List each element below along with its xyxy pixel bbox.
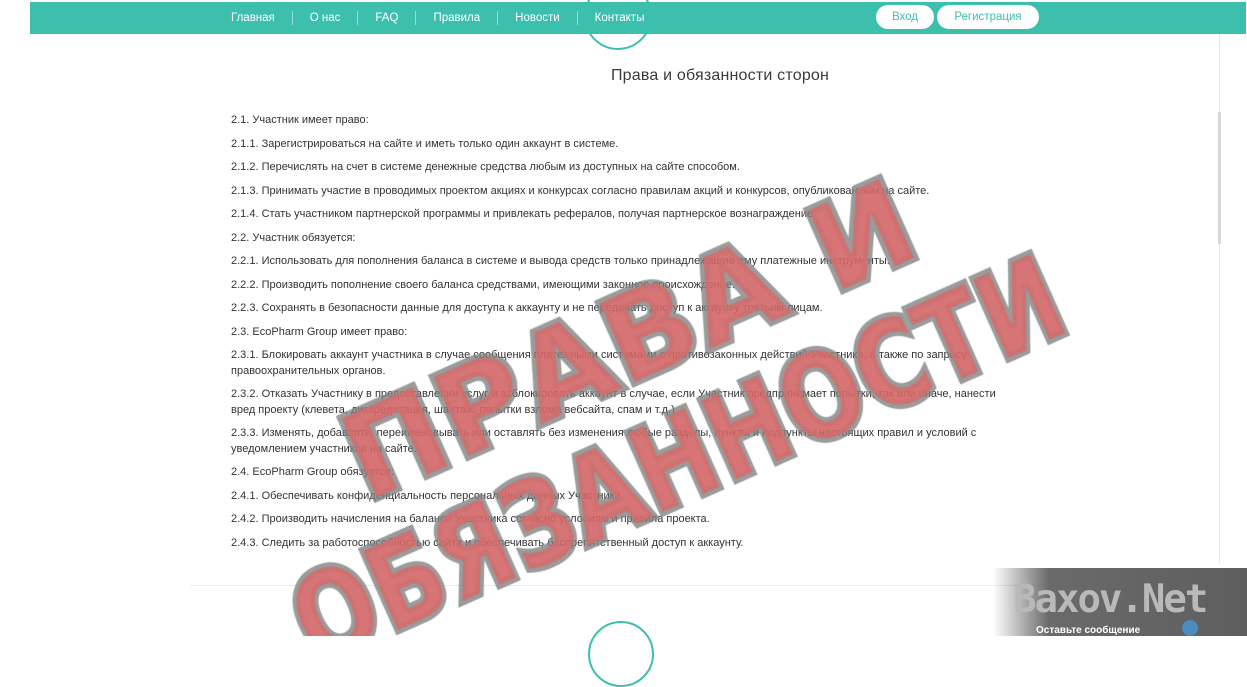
main-nav: Главная О нас FAQ Правила Новости Контак… bbox=[214, 2, 661, 34]
rule-paragraph: 2.3.3. Изменять, добавлять, переименовыв… bbox=[231, 427, 977, 455]
rule-paragraph: 2.3. EcoPharm Group имеет право: bbox=[231, 325, 408, 338]
rule-paragraph: 2.4.2. Производить начисления на балансе… bbox=[231, 513, 710, 525]
nav-faq[interactable]: FAQ bbox=[357, 11, 415, 25]
rule-paragraph: 2.1. Участник имеет право: bbox=[231, 114, 369, 126]
rule-paragraph: 2.1.4. Стать участником партнерской прог… bbox=[231, 208, 817, 220]
rule-paragraph: 2.2.1. Использовать для пополнения балан… bbox=[231, 255, 890, 267]
rule-paragraph: 2.1.3. Принимать участие в проводимых пр… bbox=[231, 184, 930, 197]
rule-paragraph: 2.3.1. Блокировать аккаунт участника в с… bbox=[231, 349, 967, 377]
login-button[interactable]: Вход bbox=[876, 5, 934, 29]
decorative-arc-bottom bbox=[588, 621, 654, 687]
nav-rules[interactable]: Правила bbox=[415, 11, 497, 25]
rule-paragraph: 2.2.3. Сохранять в безопасности данные д… bbox=[231, 302, 823, 314]
rule-paragraph: 2.3.2. Отказать Участнику в предоставлен… bbox=[231, 388, 996, 416]
register-button[interactable]: Регистрация bbox=[937, 5, 1039, 29]
rule-paragraph: 2.4.1. Обеспечивать конфиденциальность п… bbox=[231, 489, 624, 502]
scrollbar-thumb[interactable] bbox=[1218, 112, 1221, 244]
rule-paragraph: 2.4. EcoPharm Group обязуется: bbox=[231, 466, 395, 478]
rule-paragraph: 2.1.2. Перечислять на счет в системе ден… bbox=[231, 161, 740, 173]
page-title: Права и обязанности сторон bbox=[610, 67, 830, 84]
nav-home[interactable]: Главная bbox=[214, 11, 292, 25]
rules-content: 2.1. Участник имеет право: 2.1.1. Зареги… bbox=[231, 113, 1006, 559]
top-navigation-bar: Главная О нас FAQ Правила Новости Контак… bbox=[30, 2, 1246, 34]
watermark-logo: Baxov.Net bbox=[1013, 577, 1208, 622]
auth-buttons: Вход Регистрация bbox=[876, 5, 1039, 29]
rule-paragraph: 2.4.3. Следить за работоспособностью сай… bbox=[231, 536, 744, 549]
nav-contacts[interactable]: Контакты bbox=[576, 11, 662, 25]
leave-message-label[interactable]: Оставьте сообщение bbox=[1036, 625, 1140, 637]
rule-paragraph: 2.1.1. Зарегистрироваться на сайте и име… bbox=[231, 137, 619, 150]
nav-about[interactable]: О нас bbox=[291, 11, 358, 25]
rule-paragraph: 2.2.2. Производить пополнение своего бал… bbox=[231, 278, 735, 291]
rule-paragraph: 2.2. Участник обязуется: bbox=[231, 231, 356, 244]
chat-bubble-icon[interactable] bbox=[1182, 620, 1198, 636]
nav-news[interactable]: Новости bbox=[497, 11, 577, 25]
